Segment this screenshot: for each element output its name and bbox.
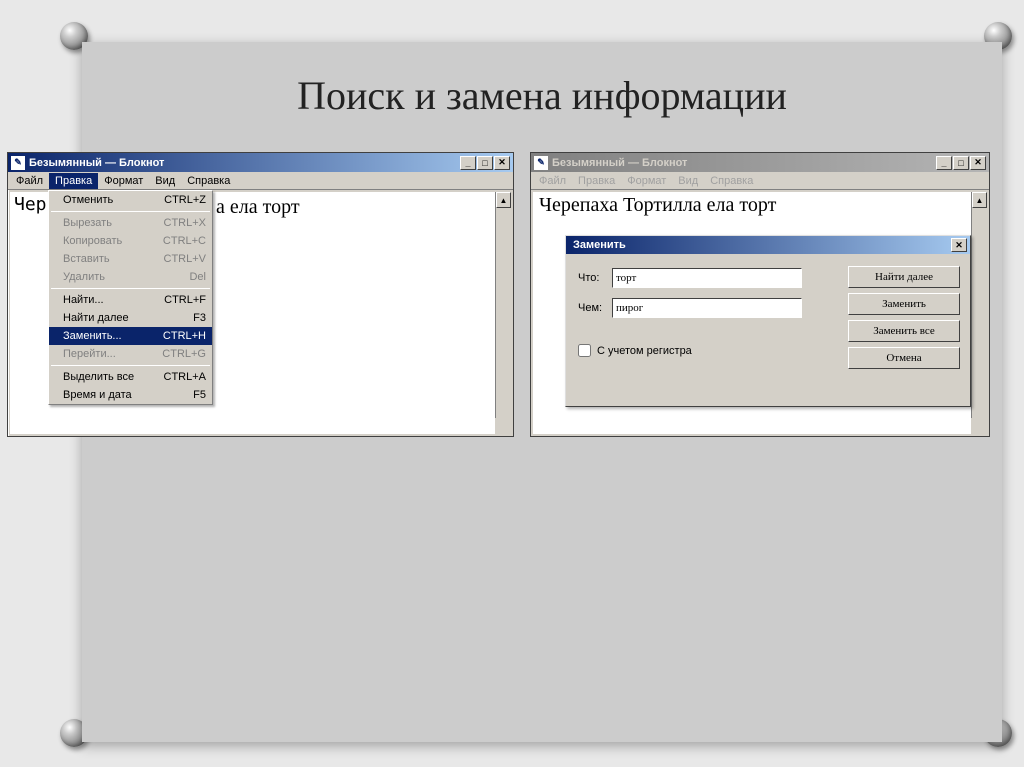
cancel-button[interactable]: Отмена (848, 347, 960, 369)
menu-item-label: Найти... (63, 294, 154, 306)
menu-item-label: Выделить все (63, 371, 154, 383)
menubar: Файл Правка Формат Вид Справка (531, 172, 989, 190)
vertical-scrollbar[interactable]: ▲ (495, 192, 511, 418)
scroll-up[interactable]: ▲ (972, 192, 987, 208)
minimize-button[interactable]: _ (460, 156, 476, 170)
replace-all-button[interactable]: Заменить все (848, 320, 960, 342)
menu-item-label: Вставить (63, 253, 154, 265)
menu-item-label: Вырезать (63, 217, 154, 229)
menu-separator (51, 211, 210, 212)
dialog-title: Заменить (569, 239, 951, 251)
close-button[interactable]: ✕ (494, 156, 510, 170)
menu-help[interactable]: Справка (704, 173, 759, 189)
menu-file[interactable]: Файл (10, 173, 49, 189)
menu-item-shortcut: Del (179, 271, 206, 283)
menu-item-копировать: КопироватьCTRL+C (49, 232, 212, 250)
menu-item-вырезать: ВырезатьCTRL+X (49, 214, 212, 232)
menu-item-shortcut: CTRL+V (154, 253, 207, 265)
menu-item-label: Отменить (63, 194, 154, 206)
maximize-button[interactable]: □ (477, 156, 493, 170)
text-content: Черепаха Тортилла ела торт (539, 194, 776, 216)
menu-item-label: Время и дата (63, 389, 183, 401)
replace-input[interactable] (612, 298, 802, 318)
vertical-scrollbar[interactable]: ▲ (971, 192, 987, 418)
menu-item-время и дата[interactable]: Время и датаF5 (49, 386, 212, 404)
menu-item-label: Перейти... (63, 348, 152, 360)
notepad-window-right: ✎ Безымянный — Блокнот _ □ ✕ Файл Правка… (530, 152, 990, 437)
find-next-button[interactable]: Найти далее (848, 266, 960, 288)
window-title: Безымянный — Блокнот (552, 157, 936, 169)
menu-item-отменить[interactable]: ОтменитьCTRL+Z (49, 191, 212, 209)
find-label: Что: (578, 272, 612, 284)
find-input[interactable] (612, 268, 802, 288)
maximize-button[interactable]: □ (953, 156, 969, 170)
menu-view[interactable]: Вид (149, 173, 181, 189)
menu-file[interactable]: Файл (533, 173, 572, 189)
scroll-corner (971, 418, 987, 434)
notepad-window-left: ✎ Безымянный — Блокнот _ □ ✕ Файл Правка… (7, 152, 514, 437)
notepad-icon: ✎ (11, 156, 25, 170)
menu-item-заменить[interactable]: Заменить...CTRL+H (49, 327, 212, 345)
titlebar[interactable]: ✎ Безымянный — Блокнот _ □ ✕ (8, 153, 513, 172)
slide-title: Поиск и замена информации (102, 72, 982, 119)
menu-item-shortcut: F5 (183, 389, 206, 401)
scroll-corner (495, 418, 511, 434)
menu-item-перейти: Перейти...CTRL+G (49, 345, 212, 363)
scroll-up[interactable]: ▲ (496, 192, 511, 208)
menu-item-выделить все[interactable]: Выделить всеCTRL+A (49, 368, 212, 386)
notepad-icon: ✎ (534, 156, 548, 170)
menu-item-вставить: ВставитьCTRL+V (49, 250, 212, 268)
dialog-body: Что: Чем: С учетом регистра Найти далее … (566, 254, 970, 406)
menu-item-shortcut: CTRL+X (154, 217, 207, 229)
menu-format[interactable]: Формат (98, 173, 149, 189)
menu-item-shortcut: CTRL+F (154, 294, 206, 306)
minimize-button[interactable]: _ (936, 156, 952, 170)
titlebar[interactable]: ✎ Безымянный — Блокнот _ □ ✕ (531, 153, 989, 172)
window-title: Безымянный — Блокнот (29, 157, 460, 169)
menu-edit[interactable]: Правка (572, 173, 621, 189)
menu-view[interactable]: Вид (672, 173, 704, 189)
menu-item-найти[interactable]: Найти...CTRL+F (49, 291, 212, 309)
menu-item-label: Удалить (63, 271, 179, 283)
menu-format[interactable]: Формат (621, 173, 672, 189)
match-case-checkbox[interactable] (578, 344, 591, 357)
match-case-label: С учетом регистра (597, 345, 692, 357)
menu-item-shortcut: CTRL+G (152, 348, 206, 360)
dialog-titlebar[interactable]: Заменить ✕ (566, 236, 970, 254)
edit-dropdown: ОтменитьCTRL+ZВырезатьCTRL+XКопироватьCT… (48, 190, 213, 405)
menu-item-shortcut: CTRL+A (154, 371, 207, 383)
menubar: Файл Правка Формат Вид Справка (8, 172, 513, 190)
menu-separator (51, 288, 210, 289)
menu-item-label: Заменить... (63, 330, 153, 342)
menu-help[interactable]: Справка (181, 173, 236, 189)
menu-item-label: Найти далее (63, 312, 183, 324)
replace-dialog: Заменить ✕ Что: Чем: С учетом регистра Н… (565, 235, 971, 407)
close-button[interactable]: ✕ (970, 156, 986, 170)
menu-item-shortcut: CTRL+C (153, 235, 206, 247)
menu-item-удалить: УдалитьDel (49, 268, 212, 286)
menu-item-label: Копировать (63, 235, 153, 247)
text-content-suffix: а ела торт (216, 196, 300, 219)
menu-separator (51, 365, 210, 366)
close-button[interactable]: ✕ (951, 238, 967, 252)
menu-item-найти далее[interactable]: Найти далееF3 (49, 309, 212, 327)
menu-item-shortcut: F3 (183, 312, 206, 324)
menu-edit[interactable]: Правка (49, 173, 98, 189)
replace-label: Чем: (578, 302, 612, 314)
text-content-prefix: Чер (14, 194, 47, 215)
replace-button[interactable]: Заменить (848, 293, 960, 315)
menu-item-shortcut: CTRL+Z (154, 194, 206, 206)
menu-item-shortcut: CTRL+H (153, 330, 206, 342)
